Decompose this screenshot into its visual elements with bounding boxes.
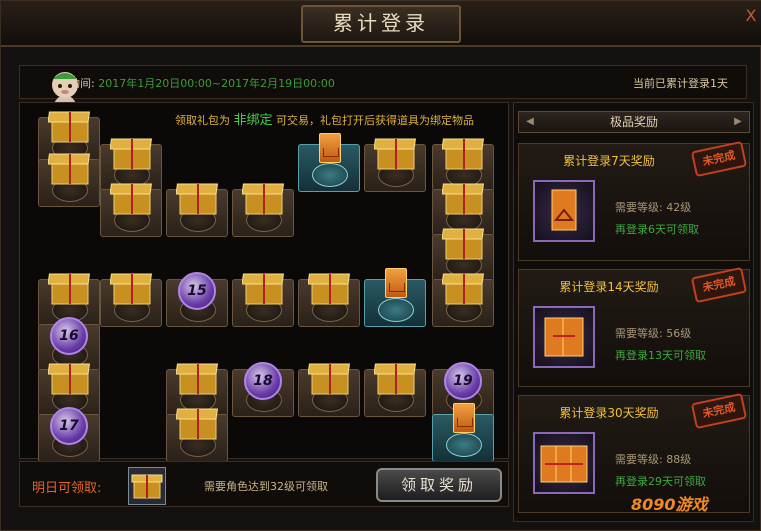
path-tile[interactable] [232, 183, 294, 237]
login-path-board: 领取礼包为 非绑定 可交易，礼包打开后获得道具为绑定物品 16 15 17 18 19 [19, 102, 509, 462]
total-login-days: 当前已累计登录1天 [633, 77, 728, 90]
reward-14-day: 累计登录14天奖励 未完成 需要等级: 56级 再登录13天可领取 [518, 266, 750, 387]
arrow-left-icon: ◀ [526, 116, 534, 127]
path-tile[interactable] [298, 133, 360, 192]
cumulative-login-window: 累计登录 X 活动间: 2017年1月20日00:00~2017年2月19日00… [0, 0, 761, 531]
day-coin-icon: 16 [50, 317, 88, 355]
reward-card-pair-icon [544, 317, 584, 357]
reward-item-slot[interactable] [533, 306, 595, 368]
claim-reward-button[interactable]: 领取奖励 [376, 468, 502, 502]
notice-text-b: 可交易，礼包打开后获得道具为绑定物品 [276, 114, 475, 127]
path-tile[interactable] [432, 403, 494, 462]
incomplete-stamp: 未完成 [690, 140, 748, 178]
gift-box-icon [131, 474, 163, 499]
required-level: 需要等级: 88级 [615, 453, 692, 466]
reward-item-slot[interactable] [533, 432, 595, 494]
path-tile[interactable] [166, 183, 228, 237]
path-tile[interactable] [432, 273, 494, 327]
activity-period: 活动间: 2017年1月20日00:00~2017年2月19日00:00 [58, 75, 335, 91]
close-button[interactable]: X [741, 5, 761, 27]
path-tile[interactable] [364, 268, 426, 327]
tomorrow-label: 明日可领取: [32, 481, 102, 496]
required-level: 需要等级: 42级 [615, 201, 692, 214]
path-tile[interactable] [38, 153, 100, 207]
reward-status: 再登录29天可领取 [615, 475, 706, 488]
reward-item-slot[interactable] [533, 180, 595, 242]
gift-box-icon [242, 183, 285, 215]
path-tile[interactable] [298, 363, 360, 417]
gift-box-icon [48, 111, 91, 143]
gift-box-icon [374, 363, 417, 395]
bottom-bar: 明日可领取: 需要角色达到32级可领取 领取奖励 [19, 461, 509, 507]
reward-card-icon [319, 133, 341, 163]
reward-title: 累计登录14天奖励 [559, 280, 659, 294]
required-level: 需要等级: 56级 [615, 327, 692, 340]
reward-7-day: 累计登录7天奖励 未完成 需要等级: 42级 再登录6天可领取 [518, 140, 750, 261]
window-title: 累计登录 [301, 5, 461, 43]
gift-box-icon [48, 273, 91, 305]
day-coin-icon: 19 [444, 362, 482, 400]
gift-box-icon [176, 408, 219, 440]
gift-box-icon [442, 138, 485, 170]
reward-card-icon [385, 268, 407, 298]
incomplete-stamp: 未完成 [690, 392, 748, 430]
site-watermark: 8090游戏 [631, 495, 708, 514]
path-tile[interactable]: 15 [166, 272, 228, 327]
tile-pedestal [446, 433, 482, 457]
gift-box-icon [442, 273, 485, 305]
rewards-header: ◀ 极品奖励 ▶ [518, 111, 750, 133]
reward-status: 再登录13天可领取 [615, 349, 706, 362]
reward-status: 再登录6天可领取 [615, 223, 699, 236]
premium-rewards-panel: ◀ 极品奖励 ▶ 累计登录7天奖励 未完成 需要等级: 42级 再登录6天可领取… [513, 102, 754, 522]
notice-text-a: 领取礼包为 [175, 114, 230, 127]
gift-box-icon [308, 363, 351, 395]
arrow-right-icon: ▶ [734, 116, 742, 127]
tile-pedestal [312, 163, 348, 187]
gift-notice: 领取礼包为 非绑定 可交易，礼包打开后获得道具为绑定物品 [175, 109, 474, 128]
gift-box-icon [442, 183, 485, 215]
gift-box-icon [110, 183, 153, 215]
gift-box-icon [374, 138, 417, 170]
path-tile[interactable]: 17 [38, 407, 100, 462]
level-requirement: 需要角色达到32级可领取 [204, 480, 328, 493]
path-tile[interactable] [166, 408, 228, 462]
path-tile[interactable] [232, 273, 294, 327]
reward-card-icon [453, 403, 475, 433]
gift-box-icon [176, 363, 219, 395]
incomplete-stamp: 未完成 [690, 266, 748, 304]
path-tile[interactable] [364, 363, 426, 417]
path-tile[interactable] [298, 273, 360, 327]
reward-title: 累计登录7天奖励 [563, 154, 655, 168]
day-coin-icon: 17 [50, 407, 88, 445]
reward-card-icon [551, 189, 577, 231]
path-tile[interactable]: 18 [232, 362, 294, 417]
day-coin-icon: 15 [178, 272, 216, 310]
gift-box-icon [48, 363, 91, 395]
path-tile[interactable] [100, 183, 162, 237]
path-tile[interactable] [364, 138, 426, 192]
tile-pedestal [378, 298, 414, 322]
period-value: 2017年1月20日00:00~2017年2月19日00:00 [98, 77, 335, 90]
day-coin-icon: 18 [244, 362, 282, 400]
tomorrow-reward-slot[interactable] [128, 467, 166, 505]
gift-box-icon [176, 183, 219, 215]
gift-box-icon [308, 273, 351, 305]
gift-box-icon [442, 228, 485, 260]
activity-info-bar: 活动间: 2017年1月20日00:00~2017年2月19日00:00 当前已… [19, 65, 747, 99]
gift-box-icon [48, 153, 91, 185]
reward-card-triple-icon [540, 445, 588, 483]
gift-box-icon [110, 273, 153, 305]
gift-box-icon [242, 273, 285, 305]
rewards-header-label: 极品奖励 [609, 115, 658, 129]
gift-box-icon [110, 138, 153, 170]
path-tile[interactable] [100, 273, 162, 327]
reward-title: 累计登录30天奖励 [559, 406, 659, 420]
notice-highlight: 非绑定 [233, 113, 273, 128]
